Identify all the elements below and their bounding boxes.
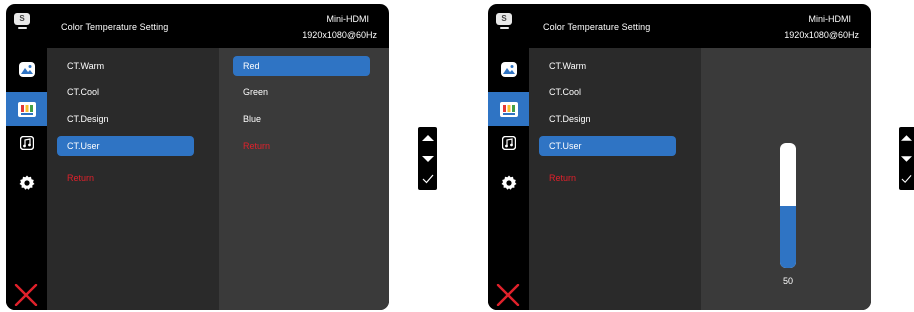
down-arrow-icon[interactable] — [899, 149, 914, 169]
rail-picture[interactable] — [488, 52, 529, 86]
color-bars-icon — [17, 101, 36, 117]
menu-item-ct-cool[interactable]: CT.Cool — [539, 82, 676, 102]
page-title: Color Temperature Setting — [61, 22, 169, 32]
slider-value: 50 — [782, 276, 793, 286]
menu-item-ct-warm[interactable]: CT.Warm — [539, 56, 676, 76]
up-arrow-icon[interactable] — [418, 128, 437, 148]
source-logo-icon: S — [496, 13, 512, 29]
up-arrow-icon[interactable] — [899, 128, 914, 148]
page-title: Color Temperature Setting — [543, 22, 651, 32]
menu-item-return[interactable]: Return — [539, 168, 676, 188]
resolution: 1920x1080@60Hz — [302, 30, 377, 40]
menu-item-ct-user[interactable]: CT.User — [539, 136, 676, 156]
input-source: Mini-HDMI — [326, 14, 370, 24]
menu-item-ct-cool[interactable]: CT.Cool — [57, 82, 194, 102]
osd-panel-left: S Color Temperature Setting Mini-HDMI 19… — [6, 4, 389, 310]
resolution: 1920x1080@60Hz — [784, 30, 859, 40]
sub-item-blue[interactable]: Blue — [233, 109, 370, 129]
color-bars-icon — [499, 101, 518, 117]
input-source: Mini-HDMI — [808, 14, 852, 24]
main-menu: CT.Warm CT.Cool CT.Design CT.User Return — [47, 48, 219, 310]
icon-rail — [488, 48, 529, 310]
picture-icon — [18, 61, 35, 77]
close-icon[interactable] — [496, 283, 520, 310]
sub-item-green[interactable]: Green — [233, 82, 370, 102]
gear-icon — [501, 175, 516, 190]
check-icon[interactable] — [899, 169, 914, 189]
main-menu: CT.Warm CT.Cool CT.Design CT.User Return — [529, 48, 701, 310]
gear-icon — [19, 175, 34, 190]
music-icon — [19, 136, 34, 150]
menu-item-ct-warm[interactable]: CT.Warm — [57, 56, 194, 76]
rail-color[interactable] — [488, 92, 529, 126]
close-icon[interactable] — [14, 283, 38, 310]
rail-audio[interactable] — [6, 126, 47, 160]
rail-settings[interactable] — [6, 166, 47, 200]
sub-item-return[interactable]: Return — [233, 136, 370, 156]
source-logo-icon: S — [14, 13, 30, 29]
menu-item-ct-design[interactable]: CT.Design — [57, 109, 194, 129]
sub-item-red[interactable]: Red — [233, 56, 370, 76]
slider-panel: 50 — [701, 48, 871, 310]
rail-settings[interactable] — [488, 166, 529, 200]
picture-icon — [500, 61, 517, 77]
menu-item-return[interactable]: Return — [57, 168, 194, 188]
icon-rail — [6, 48, 47, 310]
osd-header: S Color Temperature Setting Mini-HDMI 19… — [6, 4, 389, 44]
nav-keys-right — [899, 127, 914, 190]
value-slider[interactable] — [780, 143, 796, 268]
down-arrow-icon[interactable] — [418, 149, 437, 169]
rail-picture[interactable] — [6, 52, 47, 86]
menu-item-ct-user[interactable]: CT.User — [57, 136, 194, 156]
music-icon — [501, 136, 516, 150]
rail-color[interactable] — [6, 92, 47, 126]
slider-fill — [780, 205, 796, 268]
check-icon[interactable] — [418, 169, 437, 189]
nav-keys-left — [418, 127, 437, 190]
osd-panel-right: S Color Temperature Setting Mini-HDMI 19… — [488, 4, 871, 310]
menu-item-ct-design[interactable]: CT.Design — [539, 109, 676, 129]
osd-header: S Color Temperature Setting Mini-HDMI 19… — [488, 4, 871, 44]
sub-menu: Red Green Blue Return — [219, 48, 389, 310]
rail-audio[interactable] — [488, 126, 529, 160]
